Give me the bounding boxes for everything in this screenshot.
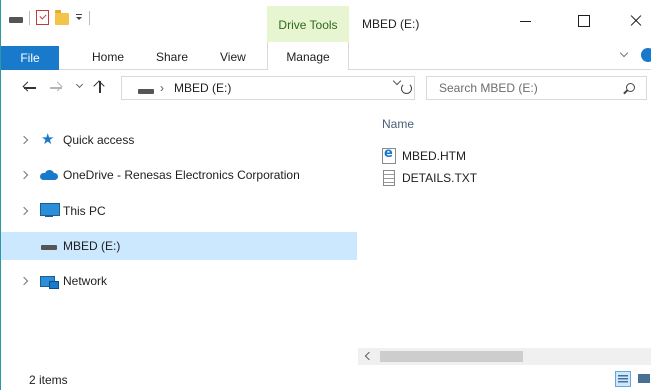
toolbar-divider [89, 10, 90, 25]
chevron-right-icon[interactable] [21, 277, 29, 285]
address-row: › MBED (E:) Search MBED (E:) [1, 70, 651, 108]
search-input[interactable]: Search MBED (E:) [426, 76, 647, 100]
drive-icon [138, 89, 154, 94]
expand-ribbon-icon[interactable] [619, 49, 629, 59]
chevron-right-icon[interactable] [21, 136, 29, 144]
horizontal-scrollbar[interactable] [358, 348, 651, 365]
up-arrow-icon[interactable] [94, 79, 106, 95]
chevron-right-icon[interactable] [21, 171, 29, 179]
cloud-icon [40, 170, 58, 180]
search-placeholder: Search MBED (E:) [439, 81, 538, 95]
file-item[interactable]: MBED.HTM [380, 146, 630, 166]
window-title: MBED (E:) [362, 17, 420, 31]
tab-share[interactable]: Share [156, 50, 188, 64]
item-count: 2 items [29, 373, 68, 387]
sidebar-item-label: MBED (E:) [63, 239, 121, 253]
title-bar: Drive Tools MBED (E:) [1, 0, 651, 42]
close-button[interactable] [619, 10, 651, 32]
quick-access-toolbar [9, 9, 90, 25]
file-name: DETAILS.TXT [402, 171, 478, 185]
properties-icon[interactable] [36, 10, 49, 25]
refresh-icon[interactable] [401, 83, 412, 94]
recent-locations-icon[interactable] [75, 82, 85, 92]
tab-manage[interactable]: Manage [267, 42, 349, 70]
file-list: Name MBED.HTM DETAILS.TXT [358, 108, 651, 370]
drive-icon [41, 245, 57, 250]
sidebar-item-onedrive[interactable]: OneDrive - Renesas Electronics Corporati… [1, 161, 357, 189]
tab-file[interactable]: File [1, 46, 59, 70]
drive-tools-context-header: Drive Tools [267, 6, 349, 42]
txt-file-icon [383, 170, 395, 186]
customize-toolbar-icon[interactable] [75, 13, 83, 22]
back-arrow-icon[interactable] [23, 80, 37, 94]
sidebar-item-label: OneDrive - Renesas Electronics Corporati… [63, 168, 300, 182]
address-bar[interactable]: › MBED (E:) [121, 76, 415, 100]
minimize-button[interactable] [509, 10, 543, 32]
breadcrumb-separator[interactable]: › [160, 81, 164, 95]
computer-icon [40, 203, 60, 217]
status-bar: 2 items [1, 370, 651, 390]
sidebar-item-quick-access[interactable]: ★ Quick access [1, 126, 357, 154]
drive-icon [9, 16, 23, 23]
forward-arrow-icon[interactable] [49, 80, 63, 94]
sidebar-item-label: Network [63, 274, 108, 288]
chevron-right-icon[interactable] [21, 207, 29, 215]
ribbon-tabs: File Home Share View Manage [1, 42, 651, 70]
scrollbar-thumb[interactable] [380, 351, 523, 362]
sidebar-item-network[interactable]: Network [1, 267, 357, 295]
large-icons-view-icon[interactable] [637, 372, 651, 386]
htm-file-icon [382, 146, 396, 164]
breadcrumb-mbed[interactable]: MBED (E:) [174, 81, 231, 95]
tab-home[interactable]: Home [92, 50, 124, 64]
sidebar-item-label: This PC [63, 204, 106, 218]
scroll-left-arrow-icon[interactable] [364, 353, 371, 360]
file-name: MBED.HTM [402, 149, 466, 163]
explorer-window: Drive Tools MBED (E:) File Home Share Vi… [0, 0, 651, 390]
new-folder-icon[interactable] [55, 9, 69, 25]
maximize-button[interactable] [567, 10, 601, 32]
details-view-icon[interactable] [615, 371, 631, 387]
star-icon: ★ [41, 131, 55, 148]
search-icon[interactable] [626, 83, 635, 92]
column-header-name[interactable]: Name [382, 117, 414, 131]
sidebar-item-mbed[interactable]: MBED (E:) [1, 232, 357, 260]
network-icon [40, 273, 59, 289]
drive-tools-label: Drive Tools [278, 18, 338, 32]
help-icon[interactable] [641, 48, 651, 62]
navigation-pane: ★ Quick access OneDrive - Renesas Electr… [1, 108, 357, 370]
sidebar-item-label: Quick access [63, 133, 135, 147]
address-history-dropdown-icon[interactable] [392, 77, 402, 87]
sidebar-item-this-pc[interactable]: This PC [1, 197, 357, 225]
tab-view[interactable]: View [220, 50, 246, 64]
toolbar-divider [29, 10, 30, 25]
file-item[interactable]: DETAILS.TXT [380, 168, 630, 188]
